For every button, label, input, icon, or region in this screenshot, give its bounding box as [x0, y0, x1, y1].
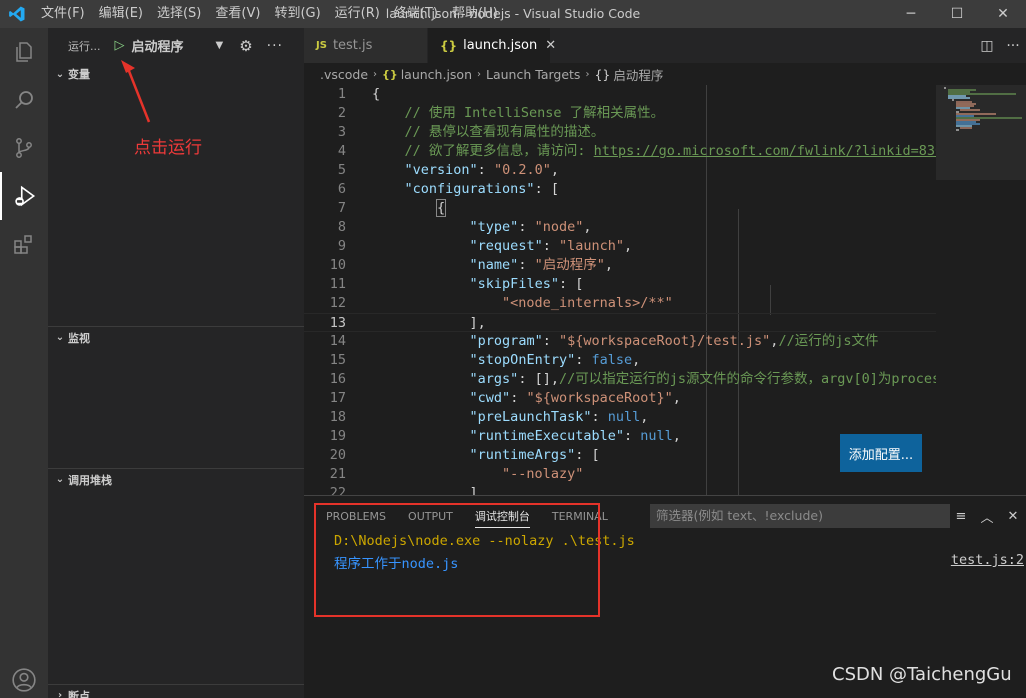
code-line: 4 // 欲了解更多信息，请访问: https://go.microsoft.c… — [337, 143, 936, 159]
code-line: 11 "skipFiles": [ — [329, 276, 584, 292]
chevron-down-icon: ⌄ — [55, 68, 65, 80]
explorer-icon[interactable] — [0, 28, 48, 76]
tab-label: test.js — [332, 38, 373, 53]
menu-view[interactable]: 查看(V) — [208, 0, 267, 28]
menu-edit[interactable]: 编辑(E) — [92, 0, 150, 28]
run-debug-icon[interactable] — [0, 172, 48, 220]
window-controls: ─ ☐ ✕ — [888, 0, 1026, 28]
run-debug-sidebar: 运行... ▷ 启动程序 ▼ ⚙ ··· ⌄ 变量 ⌄ 监视 ⌄ 调用堆栈 › … — [48, 28, 304, 698]
source-control-icon[interactable] — [0, 124, 48, 172]
vscode-logo-icon — [0, 0, 34, 28]
close-icon[interactable]: ✕ — [545, 38, 556, 53]
run-label: 运行... — [68, 39, 101, 53]
chevron-down-icon: ⌄ — [55, 332, 65, 343]
annotation-arrow — [121, 60, 151, 123]
code-line: 17 "cwd": "${workspaceRoot}", — [329, 390, 681, 406]
search-icon[interactable] — [0, 76, 48, 124]
variables-title: 变量 — [68, 68, 90, 81]
split-editor-icon[interactable]: ◫ — [974, 38, 1000, 54]
chevron-right-icon: › — [373, 68, 378, 80]
chevron-right-icon: › — [585, 68, 590, 80]
object-icon: {} — [594, 66, 611, 82]
menu-file[interactable]: 文件(F) — [34, 0, 92, 28]
code-line: 15 "stopOnEntry": false, — [329, 352, 641, 368]
chevron-right-icon: › — [57, 690, 63, 698]
code-line: 16 "args": [],//可以指定运行的js源文件的命令行参数，argv[… — [329, 371, 936, 387]
editor-actions: ◫ ··· — [974, 28, 1026, 63]
menu-bar: 文件(F) 编辑(E) 选择(S) 查看(V) 转到(G) 运行(R) 终端(T… — [34, 0, 505, 28]
json-file-icon: {} — [440, 38, 458, 53]
callstack-title: 调用堆栈 — [68, 473, 112, 487]
code-line: 12 "<node_internals>/**" — [329, 295, 673, 311]
console-filter-input[interactable]: 筛选器(例如 text、!exclude) — [650, 504, 950, 528]
breadcrumb-item[interactable]: .vscode — [320, 67, 368, 82]
chevron-right-icon: › — [477, 68, 482, 80]
panel-actions: ≡ ︿ ✕ — [948, 504, 1026, 528]
watch-title: 监视 — [68, 331, 90, 345]
start-debugging-play-icon[interactable]: ▷ — [115, 38, 125, 53]
tab-launch-json[interactable]: {} launch.json ✕ — [428, 28, 556, 63]
code-line: 7 { — [337, 199, 447, 217]
code-line: 18 "preLaunchTask": null, — [329, 409, 649, 425]
more-actions-icon[interactable]: ··· — [267, 38, 283, 54]
chevron-down-icon[interactable]: ▼ — [216, 40, 224, 51]
tab-label: launch.json — [463, 38, 538, 53]
account-icon[interactable] — [0, 656, 48, 698]
code-line: 8 "type": "node", — [337, 219, 592, 235]
callstack-section-header[interactable]: ⌄ 调用堆栈 — [48, 468, 304, 490]
code-line: 6 "configurations": [ — [337, 181, 559, 197]
watermark: CSDN @TaichengGu — [832, 664, 1012, 685]
breadcrumb: .vscode › {} launch.json › Launch Target… — [304, 63, 1026, 85]
close-window-button[interactable]: ✕ — [980, 0, 1026, 28]
menu-run[interactable]: 运行(R) — [328, 0, 387, 28]
minimap[interactable] — [936, 85, 1026, 495]
extensions-icon[interactable] — [0, 220, 48, 268]
code-line: 22 ], — [329, 485, 486, 495]
code-line: 14 "program": "${workspaceRoot}/test.js"… — [329, 333, 879, 349]
menu-terminal[interactable]: 终端(T) — [387, 0, 445, 28]
menu-go[interactable]: 转到(G) — [267, 0, 327, 28]
watch-section-header[interactable]: ⌄ 监视 — [48, 326, 304, 348]
breadcrumb-item[interactable]: Launch Targets — [486, 67, 580, 82]
breakpoints-title: 断点 — [68, 689, 90, 698]
code-line: 5 "version": "0.2.0", — [337, 162, 559, 178]
close-panel-icon[interactable]: ✕ — [1000, 509, 1026, 524]
code-line: 10 "name": "启动程序", — [329, 257, 613, 273]
minimize-button[interactable]: ─ — [888, 0, 934, 28]
console-source-link[interactable]: test.js:2 — [951, 552, 1024, 568]
clear-console-icon[interactable]: ≡ — [948, 509, 974, 524]
code-line: 3 // 悬停以查看现有属性的描述。 — [337, 124, 605, 140]
menu-help[interactable]: 帮助(H) — [445, 0, 505, 28]
debug-toolbar: 运行... ▷ 启动程序 ▼ ⚙ ··· — [48, 28, 304, 63]
maximize-button[interactable]: ☐ — [934, 0, 980, 28]
gear-icon[interactable]: ⚙ — [239, 37, 252, 55]
variables-section-header[interactable]: ⌄ 变量 — [48, 63, 304, 85]
add-configuration-button[interactable]: 添加配置... — [840, 434, 922, 472]
editor-tab-bar: JS test.js {} launch.json ✕ ◫ ··· — [304, 28, 1026, 63]
annotation-text: 点击运行 — [134, 138, 202, 158]
launch-config-select[interactable]: 启动程序 — [132, 36, 216, 55]
code-line: 1{ — [337, 86, 381, 102]
breakpoints-section-header[interactable]: › 断点 — [48, 684, 304, 698]
javascript-file-icon: JS — [316, 40, 327, 51]
more-actions-icon[interactable]: ··· — [1000, 38, 1026, 54]
code-line: 2 // 使用 IntelliSense 了解相关属性。 — [337, 105, 665, 121]
maximize-panel-icon[interactable]: ︿ — [974, 507, 1000, 526]
code-line-current: 13 ], — [304, 313, 936, 332]
breadcrumb-item[interactable]: 启动程序 — [613, 65, 663, 84]
title-bar: 文件(F) 编辑(E) 选择(S) 查看(V) 转到(G) 运行(R) 终端(T… — [0, 0, 1026, 28]
breadcrumb-item[interactable]: launch.json — [401, 67, 472, 82]
activity-bar — [0, 28, 48, 698]
chevron-down-icon: ⌄ — [55, 474, 65, 485]
tab-test-js[interactable]: JS test.js — [304, 28, 428, 63]
json-file-icon: {} — [382, 67, 398, 81]
annotation-highlight-box — [314, 503, 600, 617]
menu-selection[interactable]: 选择(S) — [150, 0, 208, 28]
code-line: 9 "request": "launch", — [337, 238, 633, 254]
